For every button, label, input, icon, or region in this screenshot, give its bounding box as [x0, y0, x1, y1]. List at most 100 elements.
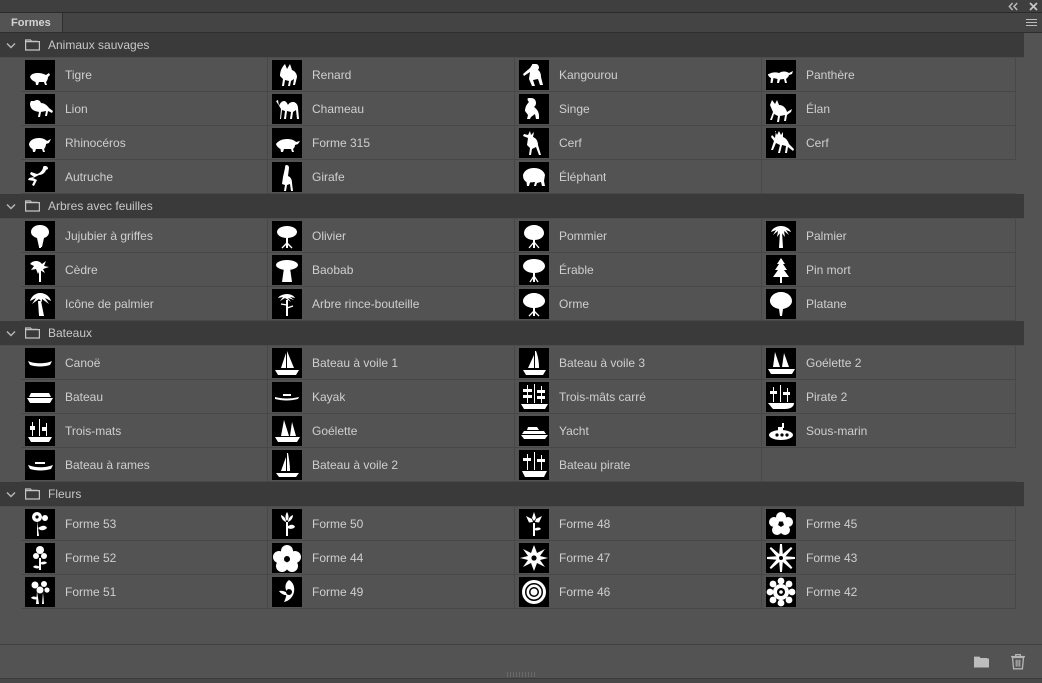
chevron-down-icon[interactable]: [0, 42, 22, 49]
shape-item[interactable]: Pirate 2: [762, 380, 1016, 414]
panther-shape: [766, 60, 796, 90]
resize-grip[interactable]: [504, 672, 538, 677]
apple-tree-shape: [519, 221, 549, 251]
shape-item[interactable]: Cèdre: [21, 253, 268, 287]
group-header[interactable]: Animaux sauvages: [0, 33, 1024, 58]
shape-item[interactable]: Arbre rince-bouteille: [268, 287, 515, 321]
shape-item[interactable]: Baobab: [268, 253, 515, 287]
shape-item[interactable]: Yacht: [515, 414, 762, 448]
collapse-icon[interactable]: [1008, 2, 1019, 11]
shape-item[interactable]: Autruche: [21, 160, 268, 194]
shape-item[interactable]: Forme 50: [268, 507, 515, 541]
shape-item-label: Bateau: [65, 390, 103, 404]
shape-item-label: Kangourou: [559, 68, 618, 82]
group-header[interactable]: Arbres avec feuilles: [0, 194, 1024, 219]
shape-item[interactable]: Renard: [268, 58, 515, 92]
tab-formes[interactable]: Formes: [0, 13, 63, 32]
shape-item[interactable]: Panthère: [762, 58, 1016, 92]
shape-item[interactable]: Bateau à voile 3: [515, 346, 762, 380]
shape-item-label: Forme 53: [65, 517, 116, 531]
window-bottom-edge: [0, 678, 1042, 683]
shape-item-label: Forme 315: [312, 136, 370, 150]
shape-item[interactable]: Tigre: [21, 58, 268, 92]
stag-shape: [766, 128, 796, 158]
shape-item[interactable]: Cerf: [515, 126, 762, 160]
shape-item[interactable]: Élan: [762, 92, 1016, 126]
shape-item[interactable]: Bateau à voile 2: [268, 448, 515, 482]
shape-item[interactable]: Forme 44: [268, 541, 515, 575]
shape-item-label: Bateau à rames: [65, 458, 150, 472]
shape-item[interactable]: Icône de palmier: [21, 287, 268, 321]
three-master-shape: [25, 416, 55, 446]
shape-item[interactable]: Forme 52: [21, 541, 268, 575]
shape-item-label: Goélette: [312, 424, 357, 438]
shape-item[interactable]: Bateau: [21, 380, 268, 414]
shape-item[interactable]: Pommier: [515, 219, 762, 253]
flower-45-shape: [766, 509, 796, 539]
shape-item[interactable]: Trois-mâts carré: [515, 380, 762, 414]
shape-item[interactable]: Forme 42: [762, 575, 1016, 609]
chevron-down-icon[interactable]: [0, 203, 22, 210]
shape-cell-empty: [762, 448, 1016, 482]
cedar-tree-shape: [25, 255, 55, 285]
shape-grid: Tigre Renard Kangourou Panthère LionChameauS…: [0, 58, 1042, 194]
shape-item[interactable]: Forme 48: [515, 507, 762, 541]
tab-bar-filler: [63, 13, 1020, 32]
shape-item[interactable]: Forme 47: [515, 541, 762, 575]
shape-item[interactable]: Trois-mats: [21, 414, 268, 448]
shape-item[interactable]: Forme 53: [21, 507, 268, 541]
shape-item[interactable]: Goélette: [268, 414, 515, 448]
shape-item[interactable]: Olivier: [268, 219, 515, 253]
shape-item[interactable]: Cerf: [762, 126, 1016, 160]
shape-item[interactable]: Rhinocéros: [21, 126, 268, 160]
shape-item-label: Tigre: [65, 68, 92, 82]
shape-item[interactable]: Éléphant: [515, 160, 762, 194]
group-header[interactable]: Bateaux: [0, 321, 1024, 346]
shape-item-label: Goélette 2: [806, 356, 861, 370]
shape-item[interactable]: Orme: [515, 287, 762, 321]
shape-item[interactable]: Forme 51: [21, 575, 268, 609]
shape-item[interactable]: Kayak: [268, 380, 515, 414]
rhino-shape: [25, 128, 55, 158]
new-group-button[interactable]: [971, 652, 991, 672]
shape-item[interactable]: Bateau à rames: [21, 448, 268, 482]
chevron-down-icon[interactable]: [0, 330, 22, 337]
shape-item[interactable]: Canoë: [21, 346, 268, 380]
flower-48-shape: [519, 509, 549, 539]
shape-item[interactable]: Palmier: [762, 219, 1016, 253]
shapes-panel-window: Formes Animaux sauvages Tigre Renard Kangou…: [0, 0, 1042, 683]
shape-group: Animaux sauvages Tigre Renard Kangourou Pant…: [0, 33, 1042, 194]
shape-item[interactable]: Sous-marin: [762, 414, 1016, 448]
shape-item-label: Bateau à voile 2: [312, 458, 398, 472]
shape-item[interactable]: Girafe: [268, 160, 515, 194]
schooner-shape: [272, 416, 302, 446]
shape-item[interactable]: Bateau pirate: [515, 448, 762, 482]
ostrich-shape: [25, 162, 55, 192]
shape-item[interactable]: Jujubier à griffes: [21, 219, 268, 253]
shape-item[interactable]: Bateau à voile 1: [268, 346, 515, 380]
close-icon[interactable]: [1029, 2, 1038, 11]
group-name: Arbres avec feuilles: [48, 199, 153, 213]
flower-46-shape: [519, 577, 549, 607]
shape-item[interactable]: Goélette 2: [762, 346, 1016, 380]
shape-item[interactable]: Forme 49: [268, 575, 515, 609]
lion-shape: [25, 94, 55, 124]
shape-item[interactable]: Singe: [515, 92, 762, 126]
delete-button[interactable]: [1008, 652, 1028, 672]
shape-item[interactable]: Lion: [21, 92, 268, 126]
group-name: Bateaux: [48, 326, 92, 340]
shape-item[interactable]: Platane: [762, 287, 1016, 321]
shape-item[interactable]: Forme 46: [515, 575, 762, 609]
sailboat-1-shape: [272, 348, 302, 378]
shape-item[interactable]: Forme 315: [268, 126, 515, 160]
shape-item-label: Bateau pirate: [559, 458, 630, 472]
shape-item[interactable]: Érable: [515, 253, 762, 287]
chevron-down-icon[interactable]: [0, 491, 22, 498]
shape-item[interactable]: Kangourou: [515, 58, 762, 92]
panel-menu-icon[interactable]: [1020, 13, 1042, 32]
shape-item[interactable]: Chameau: [268, 92, 515, 126]
shape-item[interactable]: Forme 45: [762, 507, 1016, 541]
shape-item[interactable]: Forme 43: [762, 541, 1016, 575]
shape-item[interactable]: Pin mort: [762, 253, 1016, 287]
group-header[interactable]: Fleurs: [0, 482, 1024, 507]
